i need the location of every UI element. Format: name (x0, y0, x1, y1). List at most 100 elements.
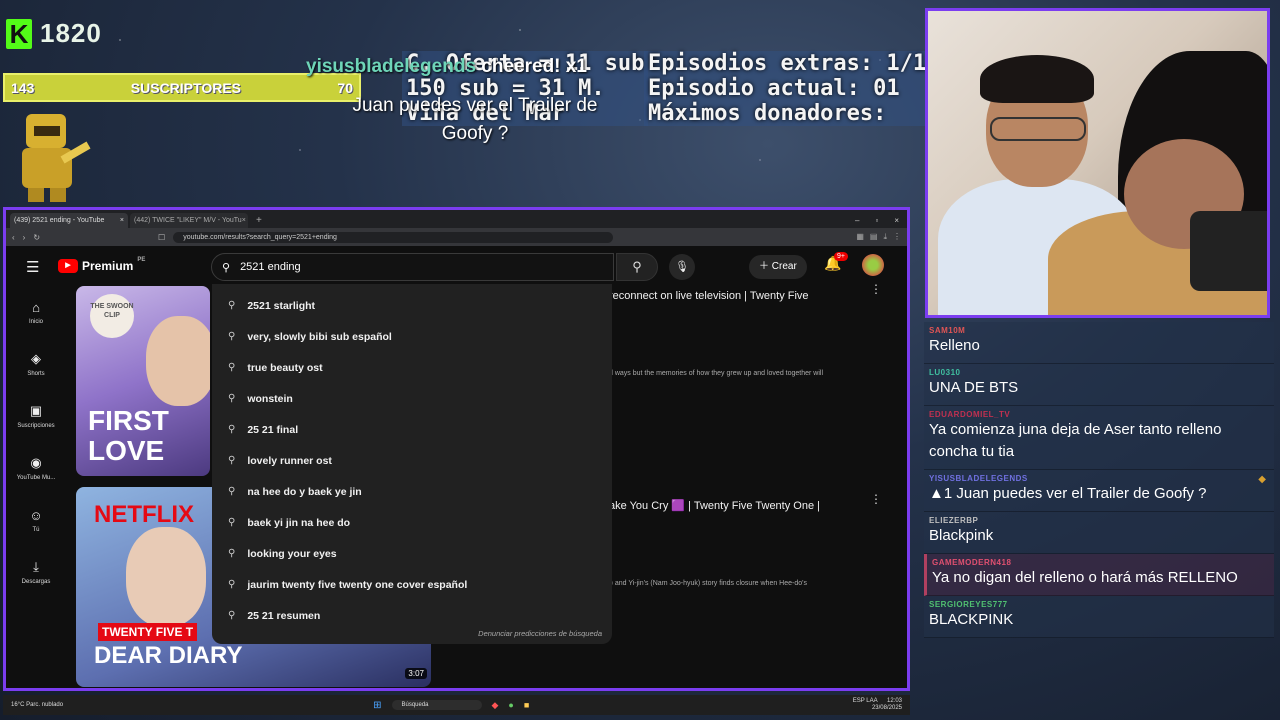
microphone-icon (1190, 211, 1267, 291)
search-suggestion[interactable]: ⚲ 25 21 resumen (212, 600, 612, 631)
youtube-page: ☰ ▶ Premium PE ⚲ 2521 ending ⚲ 🎙 ＋ Crear… (6, 246, 907, 688)
close-window-button[interactable]: × (894, 213, 899, 228)
taskbar-search[interactable]: Búsqueda (391, 700, 482, 710)
chat-text: Ya no digan del relleno o hará más RELLE… (932, 569, 1238, 586)
window-controls: – ▫ × (855, 213, 907, 228)
windows-start-icon[interactable]: ⊞ (373, 700, 381, 711)
swoon-badge: THE SWOON CLIP (90, 294, 134, 338)
chat-username[interactable]: EDUARDOMIEL_TV (929, 410, 1269, 419)
episode-line-1: Episodios extras: 1/1 (648, 51, 927, 76)
extension-icon[interactable]: ▦ (856, 232, 864, 242)
sidebar-item-shorts[interactable]: ◈ Shorts (6, 338, 66, 390)
youtube-premium-logo[interactable]: ▶ Premium PE (58, 257, 145, 273)
search-suggestion[interactable]: ⚲ wonstein (212, 383, 612, 414)
report-predictions-link[interactable]: Denunciar predicciones de búsqueda (478, 629, 602, 638)
actor-face (146, 316, 210, 406)
forward-icon[interactable]: › (23, 233, 26, 242)
app-icon[interactable]: ● (508, 700, 513, 710)
suggestion-text: na hee do y baek ye jin (247, 485, 362, 498)
back-icon[interactable]: ‹ (12, 233, 15, 242)
video-menu-icon[interactable]: ⋮ (870, 282, 882, 296)
video-title[interactable]: reconnect on live television | Twenty Fi… (609, 290, 809, 302)
clock-time[interactable]: 12:03 (887, 698, 902, 704)
you-icon: ☺ (29, 507, 43, 523)
chat-username[interactable]: YISUSBLADELEGENDS (929, 474, 1269, 483)
chat-message: SAM10M Relleno (924, 322, 1274, 364)
search-icon: ⚲ (228, 579, 236, 590)
search-suggestion[interactable]: ⚲ baek yi jin na hee do (212, 507, 612, 538)
video-title[interactable]: ake You Cry 🟪 | Twenty Five Twenty One | (609, 499, 820, 512)
chat-username[interactable]: SERGIOREYES777 (929, 600, 1269, 609)
thumbnail-tag: TWENTY FIVE T (98, 623, 198, 641)
search-icon: ⚲ (222, 261, 231, 274)
hamburger-menu-icon[interactable]: ☰ (26, 258, 39, 276)
minimize-button[interactable]: – (855, 213, 859, 228)
menu-icon[interactable]: ⋮ (893, 232, 901, 242)
app-icon[interactable]: ■ (524, 700, 529, 710)
notification-badge: 9+ (834, 252, 848, 261)
maximize-button[interactable]: ▫ (875, 213, 878, 228)
chat-username[interactable]: GAMEMODERN418 (932, 558, 1269, 567)
create-button[interactable]: ＋ Crear (749, 255, 807, 279)
sidebar-item-suscripciones[interactable]: ▣ Suscripciones (6, 390, 66, 442)
search-input[interactable]: ⚲ 2521 ending (211, 253, 614, 281)
search-suggestion[interactable]: ⚲ 2521 starlight (212, 290, 612, 321)
chat-text: UNA DE BTS (929, 379, 1019, 396)
sidebar-item-label: YouTube Mu... (16, 475, 56, 481)
cheer-user: yisusbladelegends (306, 56, 477, 77)
netflix-logo: NETFLIX (94, 501, 194, 528)
video-thumbnail-first-love[interactable]: THE SWOON CLIP FIRST LOVE (76, 286, 210, 476)
tab-youtube-search[interactable]: (439) 2521 ending - YouTube × (10, 213, 128, 228)
bookmark-icon[interactable]: ☐ (158, 233, 165, 242)
thumbnail-title: DEAR DIARY (94, 642, 243, 669)
reload-icon[interactable]: ↻ (33, 233, 40, 242)
kick-count: 1820 (40, 18, 102, 48)
browser-window: (439) 2521 ending - YouTube × (442) TWIC… (3, 207, 910, 691)
search-suggestion[interactable]: ⚲ na hee do y baek ye jin (212, 476, 612, 507)
tab-strip: (439) 2521 ending - YouTube × (442) TWIC… (6, 210, 907, 228)
chat-text: BLACKPINK (929, 611, 1014, 628)
sidebar-item-descargas[interactable]: ⤓ Descargas (6, 546, 66, 598)
chat-message: LU0310 UNA DE BTS (924, 364, 1274, 406)
weather-widget[interactable]: 16°C Parc. nublado (11, 702, 63, 708)
home-icon: ⌂ (32, 299, 40, 315)
sub-current: 143 (11, 79, 35, 96)
close-icon[interactable]: × (120, 213, 124, 228)
search-icon: ⚲ (228, 393, 236, 404)
search-suggestion[interactable]: ⚲ jaurim twenty five twenty one cover esp… (212, 569, 612, 600)
voice-search-button[interactable]: 🎙 (669, 254, 695, 280)
search-icon: ⚲ (228, 300, 236, 311)
video-menu-icon[interactable]: ⋮ (870, 492, 882, 506)
cheer-message: Juan puedes ver el Trailer de Goofy ? (352, 95, 598, 144)
downloads-icon: ⤓ (33, 559, 39, 574)
youtube-play-icon: ▶ (58, 259, 78, 273)
extension-icon[interactable]: ▤ (870, 232, 878, 242)
suggestion-text: wonstein (247, 392, 293, 405)
brave-browser-icon[interactable]: ◆ (492, 700, 499, 711)
sidebar-item-t[interactable]: ☺ Tú (6, 494, 66, 546)
chat-username[interactable]: ELIEZERBP (929, 516, 1269, 525)
download-icon[interactable]: ⤓ (883, 232, 887, 242)
search-suggestion[interactable]: ⚲ true beauty ost (212, 352, 612, 383)
search-button[interactable]: ⚲ (616, 253, 658, 281)
url-field[interactable]: youtube.com/results?search_query=2521+en… (173, 231, 614, 243)
search-icon: ⚲ (228, 424, 236, 435)
chat-username[interactable]: LU0310 (929, 368, 1269, 377)
windows-taskbar: 16°C Parc. nublado ⊞ Búsqueda ◆ ● ■ ESP … (3, 695, 910, 715)
search-suggestions-dropdown: ⚲ 2521 starlight ⚲ very, slowly bibi sub es… (212, 284, 612, 644)
language-indicator[interactable]: ESP LAA (853, 698, 878, 704)
sidebar-item-youtube-mu[interactable]: ◉ YouTube Mu... (6, 442, 66, 494)
search-suggestion[interactable]: ⚲ lovely runner ost (212, 445, 612, 476)
chat-username[interactable]: SAM10M (929, 326, 1269, 335)
tab-twice-likey[interactable]: (442) TWICE "LIKEY" M/V - YouTu × (130, 213, 248, 228)
search-suggestion[interactable]: ⚲ very, slowly bibi sub español (212, 321, 612, 352)
new-tab-button[interactable]: + (250, 213, 268, 228)
search-suggestion[interactable]: ⚲ looking your eyes (212, 538, 612, 569)
avatar[interactable] (862, 254, 884, 276)
search-suggestion[interactable]: ⚲ 25 21 final (212, 414, 612, 445)
sidebar-item-label: Tú (32, 526, 40, 533)
suggestion-text: lovely runner ost (247, 454, 332, 467)
suggestion-text: very, slowly bibi sub español (247, 330, 392, 343)
close-icon[interactable]: × (242, 213, 246, 228)
sidebar-item-inicio[interactable]: ⌂ Inicio (6, 286, 66, 338)
